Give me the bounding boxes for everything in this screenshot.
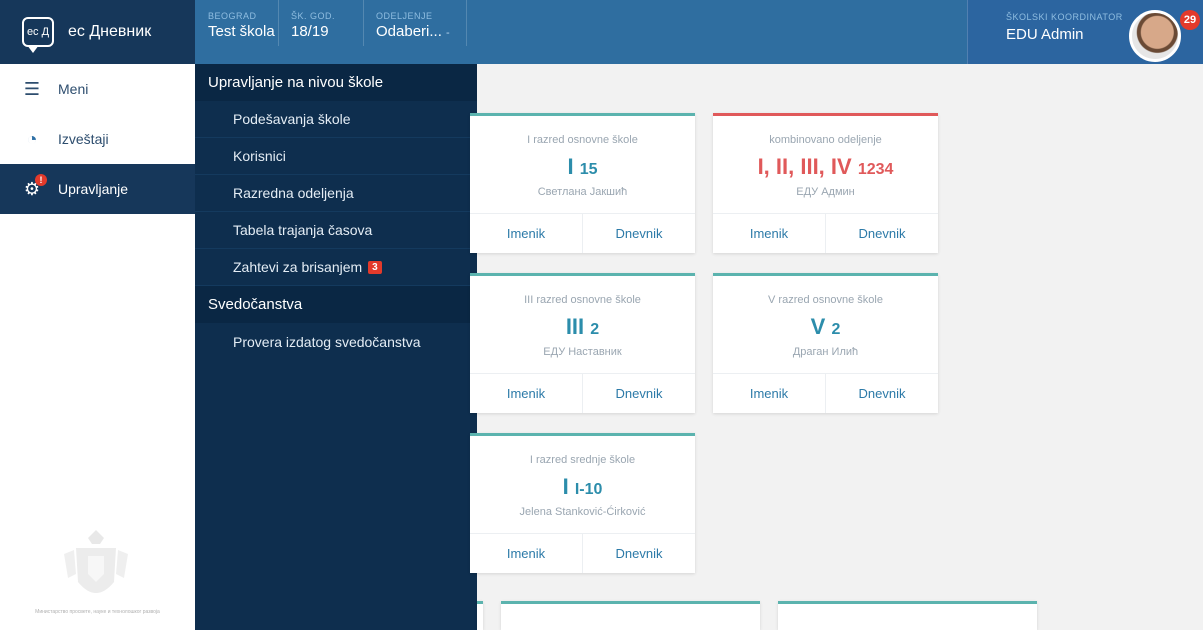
school-year-selector[interactable]: ŠK. GOD. 18/19 (279, 0, 364, 46)
chat-logo-icon: ec Д (22, 17, 54, 53)
city-selector[interactable]: BEOGRAD Test škola (196, 0, 279, 46)
top-bar: ec Д ec Дневник BEOGRAD Test škola ŠK. G… (0, 0, 1203, 64)
diary-link[interactable]: Dnevnik (825, 214, 938, 253)
user-name: EDU Admin (1006, 26, 1084, 43)
class-type: I razred srednje škole (529, 454, 636, 466)
avatar[interactable] (1129, 10, 1181, 62)
user-menu[interactable]: ŠKOLSKI KOORDINATOR EDU Admin 29 (967, 0, 1203, 64)
register-link[interactable]: Imenik (713, 214, 825, 253)
class-teacher: Jelena Stanković-Ćirković (519, 506, 646, 518)
card-actions: Imenik Dnevnik (713, 213, 938, 253)
register-link[interactable]: Imenik (713, 374, 825, 413)
menu-item-school-settings[interactable]: Podešavanja škole (195, 101, 477, 138)
school-year-value: 18/19 (291, 23, 329, 40)
class-teacher: Драган Илић (792, 346, 859, 358)
register-link[interactable]: Imenik (470, 534, 582, 573)
city-label: BEOGRAD (208, 11, 257, 21)
menu-section-school: Upravljanje na nivou škole (195, 64, 477, 101)
register-link[interactable]: Imenik (470, 374, 582, 413)
sidebar-item-menu[interactable]: ☰ Meni (0, 64, 195, 114)
hamburger-icon: ☰ (23, 78, 41, 99)
class-card[interactable]: I razred osnovne škole I 15 Светлана Јак… (470, 113, 695, 253)
menu-item-classes[interactable]: Razredna odeljenja (195, 175, 477, 212)
gear-icon: ⚙! (22, 174, 47, 199)
class-selector[interactable]: ODELJENJE Odaberi... - (364, 0, 467, 46)
class-teacher: ЕДУ Админ (796, 186, 855, 198)
sidebar-item-management[interactable]: ⚙! Upravljanje (0, 164, 195, 214)
diary-link[interactable]: Dnevnik (582, 374, 695, 413)
card-actions: Imenik Dnevnik (470, 533, 695, 573)
sidebar-item-label: Meni (58, 81, 89, 97)
register-link[interactable]: Imenik (470, 214, 582, 253)
alert-badge: ! (35, 174, 47, 186)
brand-name: ec Дневник (68, 23, 152, 40)
class-card[interactable]: kombinovano odeljenje I, II, III, IV 123… (713, 113, 938, 253)
pie-chart-icon: ◔ (26, 128, 38, 149)
brand[interactable]: ec Д ec Дневник (0, 0, 195, 64)
sidebar-item-reports[interactable]: ◔ Izveštaji (0, 114, 195, 164)
class-teacher: ЕДУ Наставник (543, 346, 622, 358)
diary-link[interactable]: Dnevnik (582, 534, 695, 573)
class-caret: - (446, 27, 450, 39)
class-type: I razred osnovne škole (527, 134, 638, 146)
diary-link[interactable]: Dnevnik (582, 214, 695, 253)
menu-item-users[interactable]: Korisnici (195, 138, 477, 175)
class-card[interactable]: III razred osnovne škole III 2 ЕДУ Наста… (470, 273, 695, 413)
class-title: I 15 (567, 154, 598, 179)
class-title: V 2 (810, 314, 841, 339)
class-type: III razred osnovne škole (524, 294, 641, 306)
menu-item-lesson-schedule[interactable]: Tabela trajanja časova (195, 212, 477, 249)
class-title: I I-10 (562, 474, 603, 499)
sidebar-item-label: Izveštaji (58, 131, 109, 147)
menu-item-certificate-check[interactable]: Provera izdatog svedočanstva (195, 323, 477, 360)
card-actions: Imenik Dnevnik (470, 373, 695, 413)
card-actions: Imenik Dnevnik (470, 213, 695, 253)
class-title: III 2 (565, 314, 600, 339)
card-actions: Imenik Dnevnik (713, 373, 938, 413)
sidebar: ☰ Meni ◔ Izveštaji ⚙! Upravljanje Минист… (0, 64, 195, 630)
class-label: ODELJENJE (376, 11, 433, 21)
coat-of-arms-icon (64, 530, 128, 593)
ministry-caption: Министарство просвете, науке и технолошк… (35, 609, 160, 615)
partial-card (501, 601, 760, 630)
menu-item-deletion-requests[interactable]: Zahtevi za brisanjem 3 (195, 249, 477, 286)
partial-card (778, 601, 1037, 630)
class-value: Odaberi... - (376, 23, 450, 40)
management-menu: Upravljanje na nivou škole Podešavanja š… (195, 64, 477, 630)
notification-badge[interactable]: 29 (1180, 10, 1200, 30)
class-card[interactable]: V razred osnovne škole V 2 Драган Илић I… (713, 273, 938, 413)
class-type: kombinovano odeljenje (769, 134, 882, 146)
menu-section-certificates: Svedočanstva (195, 286, 477, 323)
deletion-count-badge: 3 (368, 260, 382, 274)
class-card[interactable]: I razred srednje škole I I-10 Jelena Sta… (470, 433, 695, 573)
partial-card (477, 601, 483, 630)
diary-link[interactable]: Dnevnik (825, 374, 938, 413)
school-name: Test škola (208, 23, 275, 40)
sidebar-item-label: Upravljanje (58, 181, 129, 197)
user-role: ŠKOLSKI KOORDINATOR (1006, 12, 1123, 22)
school-year-label: ŠK. GOD. (291, 11, 336, 21)
class-teacher: Светлана Јакшић (537, 186, 628, 198)
class-type: V razred osnovne škole (768, 294, 883, 306)
class-title: I, II, III, IV 1234 (757, 154, 894, 179)
